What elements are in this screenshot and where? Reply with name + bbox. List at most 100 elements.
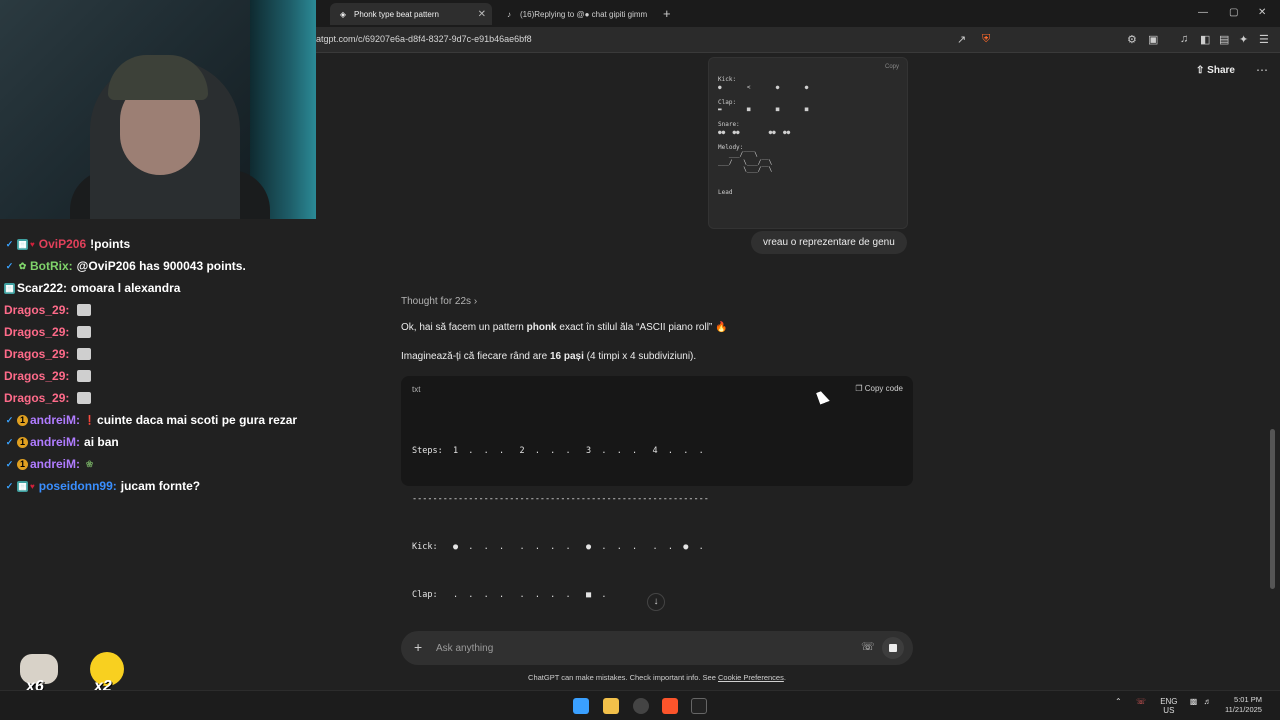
code-block: txt ❐ Copy code Steps: 1 . . . 2 . . . 3… [401,376,913,600]
brave-browser-icon[interactable] [662,698,678,714]
chat-text: ai ban [84,435,119,449]
chat-message: ✓ 1 andreiM: ❗ cuinte daca mai scoti pe … [0,409,316,431]
wallet-icon[interactable]: ▤ [1219,33,1229,46]
grid-badge-icon: ▦ [17,480,28,492]
webcam-feed [0,0,316,219]
sword-badge-icon: ✓ [5,238,14,249]
close-tab-icon[interactable]: ✕ [478,9,486,20]
chat-username[interactable]: andreiM: [30,457,80,471]
media-icon[interactable]: ♫ [1180,33,1188,45]
chat-username[interactable]: OviP206 [39,237,86,251]
sword-badge-icon: ✓ [5,436,14,447]
chat-username[interactable]: Dragos_29: [4,303,69,317]
copy-icon: ❐ [855,384,863,393]
heart-icon: ♥ [30,239,35,249]
network-icon[interactable]: ▩ [1190,697,1198,706]
chat-username[interactable]: Dragos_29: [4,347,69,361]
chat-username[interactable]: Dragos_29: [4,369,69,383]
composer: + ☏ [401,631,913,665]
para-text: Ok, hai să facem un pattern [401,322,527,333]
stop-generating-button[interactable] [882,637,904,659]
ask-input[interactable] [436,639,836,657]
heart-icon: ♥ [30,481,35,491]
cat-emote-icon [77,304,92,316]
clock-time: 5:01 PM [1234,695,1262,704]
scrollbar[interactable] [1270,429,1275,589]
share-page-icon[interactable]: ↗ [957,33,966,46]
brave-shield-icon[interactable]: ⛨ [982,33,990,46]
thought-toggle[interactable]: Thought for 22s › [401,296,477,307]
chat-username[interactable]: Scar222: [17,281,67,295]
attach-plus-icon[interactable]: + [414,639,422,655]
chevron-up-icon[interactable]: ⌃ [1115,697,1122,706]
grid-badge-icon: ▦ [17,238,28,250]
chat-username[interactable]: andreiM: [30,413,80,427]
more-options-icon[interactable]: ⋯ [1256,63,1268,77]
close-window-button[interactable]: ✕ [1258,7,1266,18]
sword-badge-icon: ✓ [5,480,14,491]
chat-username[interactable]: andreiM: [30,435,80,449]
cookie-preferences-link[interactable]: Cookie Preferences [718,673,784,682]
para-bold: phonk [526,322,557,333]
menu-icon[interactable]: ☰ [1259,33,1269,46]
tab-phonk[interactable]: ◈ Phonk type beat pattern ✕ [330,3,492,25]
share-button[interactable]: ⇧ Share [1196,65,1235,76]
url-field[interactable]: atgpt.com/c/69207e6a-d8f4-8327-9d7c-e91b… [316,34,532,44]
streamer-cap [108,55,208,100]
disclaimer-end: . [783,673,786,682]
minimize-button[interactable]: — [1198,7,1208,18]
cat-emote-counter: x6 [12,650,58,695]
language-indicator[interactable]: ENG US [1160,697,1177,715]
tab-tiktok[interactable]: ♪ (16)Replying to @● chat gipiti gimm [496,3,656,25]
chat-username[interactable]: Dragos_29: [4,391,69,405]
chat-message: ✓ 1 andreiM: ai ban [0,431,316,453]
chat-text: !points [90,237,131,251]
windows-taskbar: ⌃ ☏ ENG US ▩ ♬ 5:01 PM 11/21/2025 [0,690,1280,720]
stream-chat: ✓ ▦ ♥ OviP206 !points ✓ ✿ BotRix: @OviP2… [0,233,316,503]
code-language: txt [412,385,421,394]
uploaded-image-card[interactable]: Copy Kick: ● < ● ● Clap: ▬ ■ ■ ■ Snare: … [708,57,908,229]
share-label: Share [1207,65,1235,76]
user-message-bubble: vreau o reprezentare de genu [751,231,907,254]
chat-message: Dragos_29: [0,387,316,409]
chat-text: jucam fornte? [120,479,201,493]
leo-ai-icon[interactable]: ✦ [1239,33,1248,46]
mic-tray-icon[interactable]: ☏ [1136,697,1146,706]
chevron-right-icon: › [473,296,478,307]
file-explorer-icon[interactable] [603,698,619,714]
chat-message: Dragos_29: [0,365,316,387]
chatgpt-conversation: ⇧ Share ⋯ Copy Kick: ● < ● ● Clap: ▬ ■ ■… [316,53,1280,690]
chat-username[interactable]: BotRix: [30,259,73,273]
epic-games-icon[interactable] [691,698,707,714]
tiktok-favicon-icon: ♪ [507,9,511,19]
chat-username[interactable]: Dragos_29: [4,325,69,339]
maximize-button[interactable]: ▢ [1229,7,1238,18]
sidebar-icon[interactable]: ◧ [1200,33,1210,46]
chat-message: ✓ ▦ ♥ poseidonn99: jucam fornte? [0,475,316,497]
cat-emote-icon [77,392,92,404]
start-menu-icon[interactable] [573,698,589,714]
sword-badge-icon: ✓ [5,414,14,425]
microphone-icon[interactable]: ☏ [861,640,875,653]
new-tab-button[interactable]: + [663,6,671,21]
disclaimer: ChatGPT can make mistakes. Check importa… [316,673,998,682]
scroll-down-button[interactable]: ↓ [647,593,665,611]
image-copy-label: Copy [884,64,899,70]
grid-badge-icon: ▦ [4,282,15,294]
chat-username[interactable]: poseidonn99: [39,479,117,493]
emoji-emote-counter: x2 [86,650,132,695]
volume-icon[interactable]: ♬ [1204,697,1212,706]
sword-badge-icon: ✓ [5,260,14,271]
chat-text: omoara l alexandra [71,281,181,295]
para-text: Imaginează-ți că fiecare rând are [401,351,550,362]
arrow-down-icon: ↓ [653,596,659,607]
share-icon: ⇧ [1196,65,1205,76]
tab-label: (16)Replying to @● chat gipiti gimm [520,9,648,19]
copy-code-button[interactable]: ❐ Copy code [855,384,903,393]
para-text: (4 timpi x 4 subdiviziuni). [583,351,697,362]
extensions-icon[interactable]: ⚙ [1127,33,1137,46]
clock[interactable]: 5:01 PM 11/21/2025 [1225,695,1262,715]
tab-groups-icon[interactable]: ▣ [1148,33,1158,46]
one-badge-icon: 1 [17,414,28,426]
obs-icon[interactable] [633,698,649,714]
